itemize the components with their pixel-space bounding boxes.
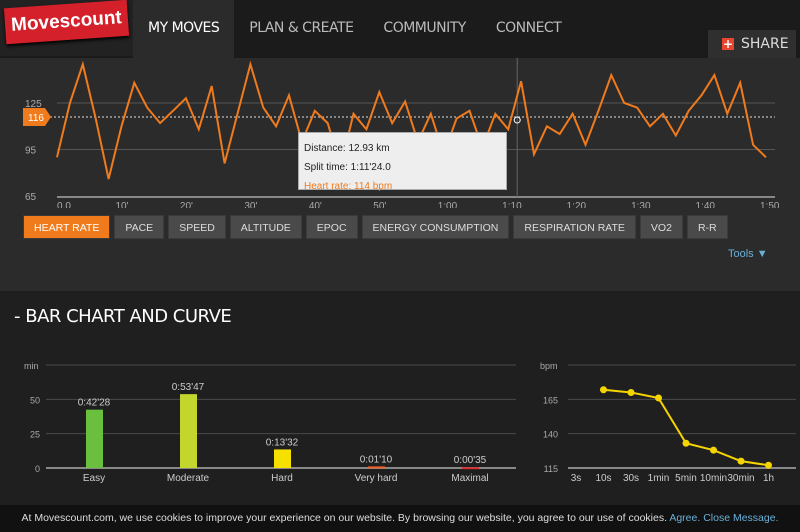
zone-bar-chart: 0 25 50 min 0:42'28 Easy 0:53'47 Moderate 0:13'3…: [24, 361, 516, 484]
average-marker-label: 116: [28, 113, 44, 124]
graph-type-buttons: HEART RATE PACE SPEED ALTITUDE EPOC ENERGY CO…: [23, 215, 728, 239]
graph-button-heart-rate[interactable]: HEART RATE: [23, 215, 111, 239]
hr-duration-curve: 115 140 165 bpm 3s 10s 30s 1min 5min 10min 30min 1h: [540, 361, 796, 484]
graph-button-pace[interactable]: PACE: [114, 215, 165, 239]
curve-point: [765, 461, 772, 469]
x-tick-label: Very hard: [355, 473, 398, 484]
logo[interactable]: Movescount: [3, 0, 130, 45]
x-tick-label: 1min: [648, 473, 670, 484]
bar-maximal: [462, 467, 479, 470]
y-tick-label: 50: [30, 395, 40, 405]
x-tick-label: Easy: [83, 473, 105, 484]
graph-button-epoc[interactable]: EPOC: [305, 215, 358, 239]
nav-my-moves[interactable]: MY MOVES: [133, 0, 235, 58]
x-tick-label: 10': [115, 201, 128, 208]
close-message-link[interactable]: Close Message.: [703, 512, 778, 524]
curve-line: [603, 388, 769, 467]
x-tick-label: 40': [309, 201, 322, 208]
x-tick-label: 30s: [623, 473, 639, 484]
bar-value-label: 0:13'32: [266, 437, 299, 448]
nav-community[interactable]: COMMUNITY: [368, 0, 480, 58]
bar-value-label: 0:01'10: [360, 454, 393, 465]
graph-button-vo2[interactable]: VO2: [639, 215, 683, 239]
x-tick-label: 5min: [675, 473, 697, 484]
nav-plan-create[interactable]: PLAN & CREATE: [234, 0, 368, 58]
x-tick-label: 3s: [571, 473, 582, 484]
graph-button-r-r[interactable]: R-R: [686, 215, 728, 239]
y-axis-label: bpm: [540, 361, 558, 371]
x-tick-label: 30min: [727, 473, 754, 484]
y-tick-label: 165: [543, 395, 558, 405]
bar-hard: [274, 449, 291, 468]
cookie-text: At Movescount.com, we use cookies to imp…: [21, 512, 668, 524]
y-tick-label: 115: [544, 464, 558, 474]
x-tick-label: 1:40: [696, 201, 716, 208]
graph-button-speed[interactable]: SPEED: [168, 215, 226, 239]
share-button[interactable]: + SHARE: [708, 30, 796, 58]
y-tick-label: 25: [30, 430, 40, 440]
bar-value-label: 0:53'47: [172, 382, 205, 393]
graph-button-altitude[interactable]: ALTITUDE: [229, 215, 302, 239]
x-tick-label: 10min: [700, 473, 727, 484]
x-tick-label: 1:10: [502, 201, 522, 208]
y-tick-label: 140: [543, 430, 558, 440]
x-tick-label: Maximal: [451, 473, 488, 484]
x-tick-label: 50': [373, 201, 386, 208]
y-axis-label: min: [24, 361, 39, 371]
x-tick-label: 10s: [595, 473, 611, 484]
y-tick-label: 95: [25, 146, 37, 157]
tools-dropdown[interactable]: Tools ▼: [728, 248, 768, 260]
tooltip-split: Split time: 1:11'24.0: [304, 162, 391, 173]
graph-button-respiration-rate[interactable]: RESPIRATION RATE: [513, 215, 636, 239]
x-tick-label: 30': [244, 201, 257, 208]
curve-point: [655, 394, 662, 402]
x-tick-label: Moderate: [167, 473, 210, 484]
x-tick-label: Hard: [271, 473, 293, 484]
plus-icon: +: [722, 37, 734, 51]
header: Movescount MY MOVES PLAN & CREATE COMMUN…: [0, 0, 800, 58]
curve-point: [737, 457, 745, 465]
bar-moderate: [180, 394, 197, 468]
chart-tooltip: Distance: 12.93 km Split time: 1:11'24.0…: [298, 132, 507, 192]
bar-very-hard: [368, 466, 385, 469]
curve-point: [710, 446, 717, 454]
graph-button-energy-consumption[interactable]: ENERGY CONSUMPTION: [361, 215, 510, 239]
agree-link[interactable]: Agree.: [669, 512, 700, 524]
main-nav: MY MOVES PLAN & CREATE COMMUNITY CONNECT: [133, 0, 576, 58]
x-tick-label: 1h: [763, 473, 774, 484]
x-tick-label: 1:30: [631, 201, 651, 208]
y-tick-label: 0: [35, 464, 40, 474]
x-tick-label: 1:50: [760, 201, 780, 208]
section-title[interactable]: - BAR CHART AND CURVE: [14, 306, 232, 327]
heart-rate-chart-area: 65 95 125 0.0 10' 20' 30' 40' 50' 1:00 1:10 1:20 1:3…: [0, 58, 800, 291]
x-tick-label: 20': [180, 201, 193, 208]
bar-value-label: 0:00'35: [454, 455, 487, 466]
logo-area: Movescount: [0, 0, 133, 56]
curve-point: [600, 386, 607, 394]
x-tick-label: 0.0: [57, 201, 71, 208]
cookie-bar: At Movescount.com, we use cookies to imp…: [0, 505, 800, 532]
tooltip-heart-rate: Heart rate: 114 bpm: [304, 181, 393, 192]
bar-value-label: 0:42'28: [78, 398, 111, 409]
share-label: SHARE: [741, 36, 789, 52]
nav-connect[interactable]: CONNECT: [481, 0, 576, 58]
bar-easy: [86, 409, 103, 468]
curve-point: [627, 388, 635, 396]
x-tick-label: 1:00: [438, 201, 458, 208]
tooltip-distance: Distance: 12.93 km: [304, 143, 390, 154]
x-tick-label: 1:20: [567, 201, 587, 208]
y-tick-label: 65: [25, 192, 37, 203]
curve-point: [682, 439, 690, 447]
